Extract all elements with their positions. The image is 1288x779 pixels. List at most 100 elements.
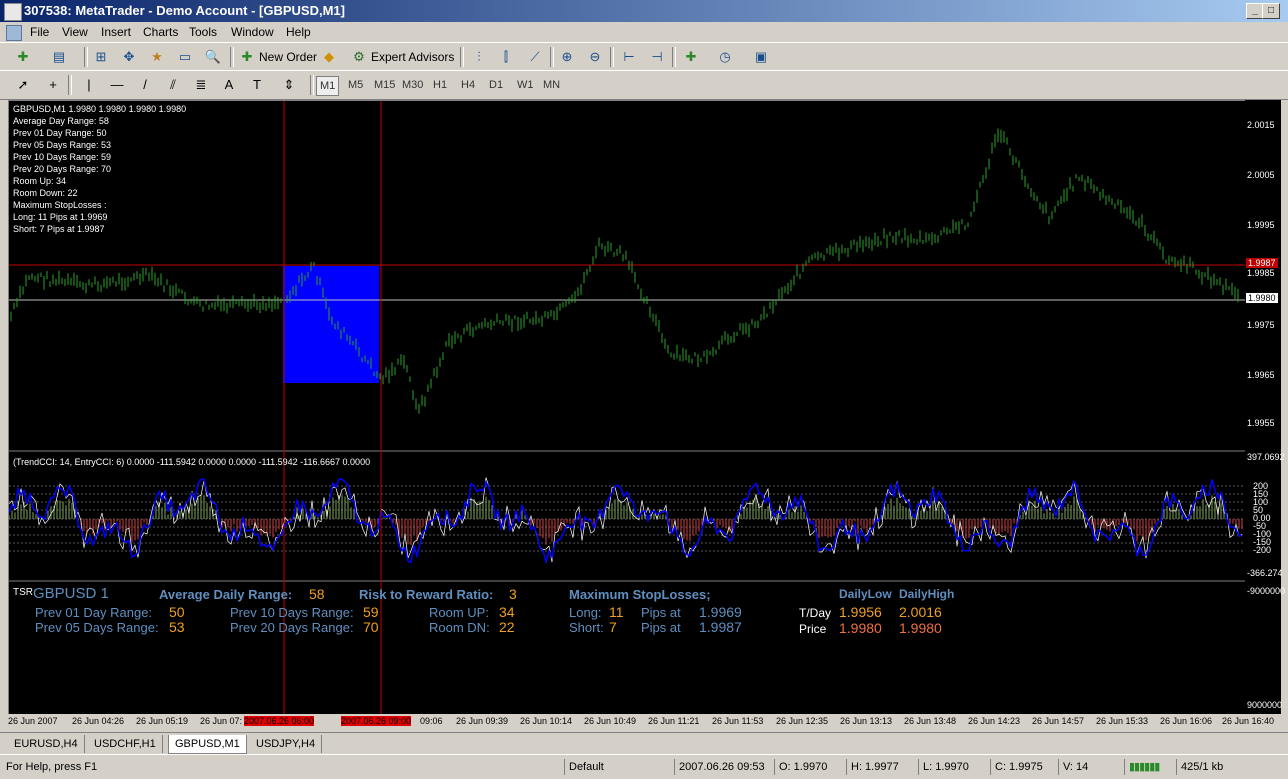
text-label-icon[interactable]: T <box>248 76 266 94</box>
market-watch-icon[interactable]: ⊞ <box>92 48 110 66</box>
cci-label: -200 <box>1253 545 1272 555</box>
price-label: 1.9985 <box>1247 268 1275 278</box>
tsr-tag: TSR <box>13 587 33 598</box>
status-low: L: 1.9970 <box>918 759 987 775</box>
info-line-4: Prev 10 Days Range: 59 <box>13 152 112 162</box>
short-price: 1.9987 <box>699 619 742 635</box>
trendline-icon[interactable]: / <box>136 76 154 94</box>
line-chart-icon[interactable]: ⟋ <box>526 48 544 66</box>
tester-icon[interactable]: 🔍 <box>204 48 222 66</box>
time-marker-1: 2007.06.26 06:00 <box>244 716 315 726</box>
time-marker-2: 2007.06.26 09:00 <box>341 716 412 726</box>
metaeditor-icon[interactable]: ◆ <box>320 48 338 66</box>
room-up-value: 34 <box>499 604 515 620</box>
price-label: 2.0005 <box>1247 170 1275 180</box>
templates-icon[interactable]: ▣ <box>752 48 770 66</box>
long-pips-at: Pips at <box>641 605 681 620</box>
data-window-icon[interactable]: ★ <box>148 48 166 66</box>
chart-header: GBPUSD,M1 1.9980 1.9980 1.9980 1.9980 <box>13 104 187 114</box>
expert-advisors-button[interactable]: Expert Advisors <box>371 47 454 67</box>
new-order-button[interactable]: New Order <box>259 47 317 67</box>
text-icon[interactable]: A <box>220 76 238 94</box>
tf-h4[interactable]: H4 <box>461 76 475 94</box>
chart-tabs: EURUSD,H4 USDCHF,H1 GBPUSD,M1 USDJPY,H4 <box>0 732 1288 755</box>
chart-canvas[interactable] <box>9 101 1245 715</box>
menu-help[interactable]: Help <box>286 25 311 39</box>
tab-eurusd[interactable]: EURUSD,H4 <box>8 735 85 753</box>
auto-scroll-icon[interactable]: ⊢ <box>620 48 638 66</box>
tf-m1[interactable]: M1 <box>316 76 340 96</box>
expert-advisors-icon[interactable]: ⚙ <box>350 48 368 66</box>
status-volume: V: 14 <box>1058 759 1123 775</box>
room-dn-value: 22 <box>499 619 515 635</box>
maximize-button[interactable]: □ <box>1262 3 1280 19</box>
title-bar: 307538: MetaTrader - Demo Account - [GBP… <box>0 0 1288 22</box>
time-axis[interactable]: 26 Jun 2007 26 Jun 04:26 26 Jun 05:19 26… <box>0 714 1288 732</box>
tab-usdchf[interactable]: USDCHF,H1 <box>88 735 163 753</box>
zoom-out-icon[interactable]: ⊖ <box>586 48 604 66</box>
trend-cci-line <box>9 478 1243 565</box>
menu-file[interactable]: File <box>30 25 49 39</box>
tab-usdjpy[interactable]: USDJPY,H4 <box>250 735 323 753</box>
short-value: 7 <box>609 619 617 635</box>
menu-tools[interactable]: Tools <box>189 25 217 39</box>
horizontal-line-icon[interactable]: — <box>108 76 126 94</box>
channel-icon[interactable]: ⫽ <box>164 76 182 94</box>
info-line-3: Prev 05 Days Range: 53 <box>13 140 112 150</box>
terminal-icon[interactable]: ▭ <box>176 48 194 66</box>
menu-charts[interactable]: Charts <box>143 25 178 39</box>
periods-icon[interactable]: ◷ <box>716 48 734 66</box>
time-label: 26 Jun 13:48 <box>904 716 957 726</box>
time-label: 26 Jun 10:14 <box>520 716 573 726</box>
traffic-counter: 425/1 kb <box>1176 759 1281 775</box>
prev01-label: Prev 01 Day Range: <box>35 605 153 620</box>
time-label: 26 Jun 11:21 <box>648 716 700 726</box>
price-label: 1.9975 <box>1247 320 1275 330</box>
standard-toolbar: ✚ ▤ ⊞ ✥ ★ ▭ 🔍 ✚ New Order ◆ ⚙ Expert Adv… <box>0 42 1288 72</box>
info-line-10: Short: 7 Pips at 1.9987 <box>13 224 105 234</box>
tday-high: 2.0016 <box>899 604 942 620</box>
info-line-5: Prev 20 Days Range: 70 <box>13 164 112 174</box>
zoom-in-icon[interactable]: ⊕ <box>558 48 576 66</box>
time-label: 26 Jun 15:33 <box>1096 716 1149 726</box>
status-open: O: 1.9970 <box>774 759 843 775</box>
long-value: 11 <box>609 604 624 620</box>
tf-w1[interactable]: W1 <box>517 76 534 94</box>
tab-gbpusd[interactable]: GBPUSD,M1 <box>168 735 247 754</box>
new-chart-icon[interactable]: ✚ <box>14 48 32 66</box>
chart-shift-icon[interactable]: ⊣ <box>648 48 666 66</box>
menu-view[interactable]: View <box>62 25 88 39</box>
info-line-6: Room Up: 34 <box>13 176 67 186</box>
chart-window[interactable]: GBPUSD,M1 1.9980 1.9980 1.9980 1.9980 Av… <box>8 100 1246 716</box>
price-label: Price <box>799 622 827 636</box>
status-bar: For Help, press F1 Default 2007.06.26 09… <box>0 754 1288 779</box>
time-label: 26 Jun 16:06 <box>1160 716 1213 726</box>
time-label: 26 Jun 12:35 <box>776 716 829 726</box>
new-order-icon[interactable]: ✚ <box>238 48 256 66</box>
profiles-icon[interactable]: ▤ <box>50 48 68 66</box>
candlestick-icon[interactable]: ⫿ <box>497 48 515 66</box>
document-icon[interactable] <box>6 25 22 41</box>
tf-mn[interactable]: MN <box>543 76 560 94</box>
tf-d1[interactable]: D1 <box>489 76 503 94</box>
indicators-icon[interactable]: ✚ <box>682 48 700 66</box>
cci-label: 397.0692 <box>1247 452 1285 462</box>
price-axis[interactable]: 2.0015 2.0005 1.9995 1.9985 1.9975 1.996… <box>1245 100 1285 714</box>
room-dn-label: Room DN: <box>429 620 490 635</box>
menu-window[interactable]: Window <box>231 25 274 39</box>
tf-m30[interactable]: M30 <box>402 76 423 94</box>
cursor-icon[interactable]: ➚ <box>14 76 32 94</box>
arrows-icon[interactable]: ⇕ <box>280 76 298 94</box>
avg-range-label: Average Daily Range: <box>159 587 293 602</box>
tf-m15[interactable]: M15 <box>374 76 395 94</box>
price-label: 1.9995 <box>1247 220 1275 230</box>
navigator-icon[interactable]: ✥ <box>120 48 138 66</box>
tf-h1[interactable]: H1 <box>433 76 447 94</box>
tf-m5[interactable]: M5 <box>348 76 363 94</box>
vertical-line-icon[interactable]: | <box>80 76 98 94</box>
crosshair-icon[interactable]: + <box>44 76 62 94</box>
menu-insert[interactable]: Insert <box>101 25 131 39</box>
fibonacci-icon[interactable]: ≣ <box>192 76 210 94</box>
bar-chart-icon[interactable]: ⫶ <box>470 48 488 66</box>
drawing-toolbar: ➚ + | — / ⫽ ≣ A T ⇕ M1 M5 M15 M30 H1 H4 … <box>0 70 1288 100</box>
